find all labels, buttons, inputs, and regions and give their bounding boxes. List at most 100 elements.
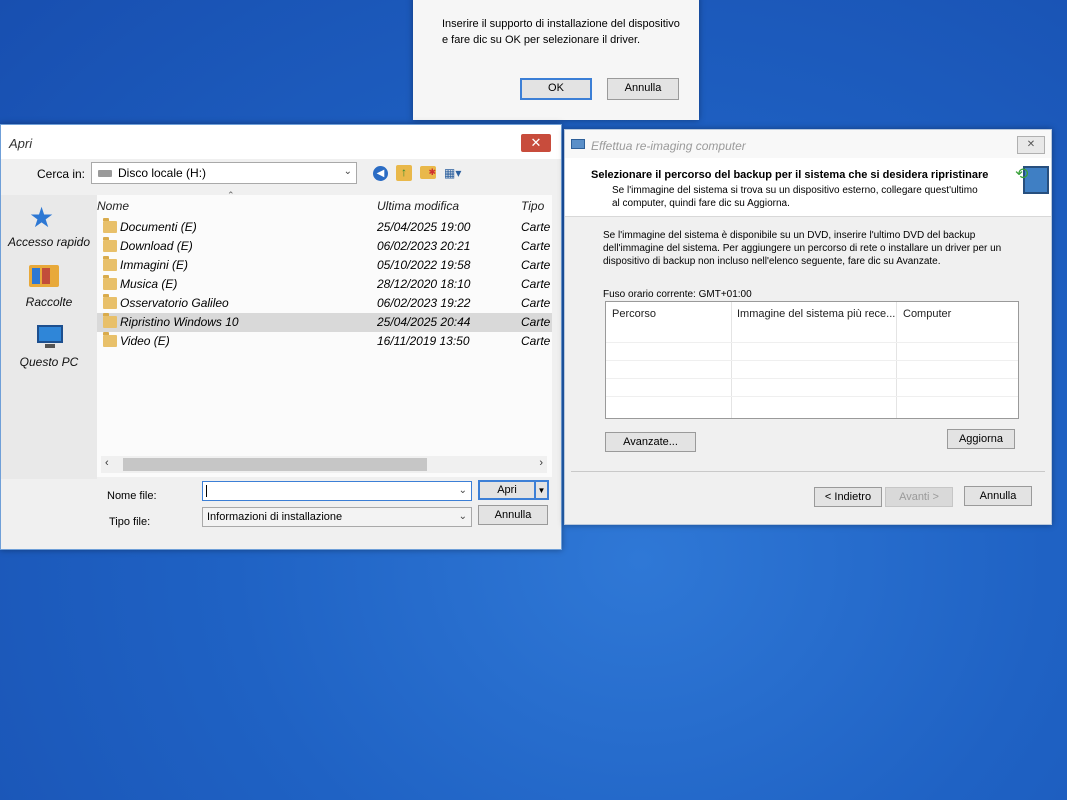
- libraries-icon: [29, 265, 59, 287]
- scrollbar-thumb[interactable]: [123, 458, 427, 471]
- file-row[interactable]: Musica (E) 28/12/2020 18:10 Carte: [97, 275, 552, 294]
- column-header-path[interactable]: Percorso: [612, 308, 656, 320]
- file-modified: 28/12/2020 18:10: [377, 277, 471, 291]
- footer-divider: [571, 471, 1045, 472]
- close-button[interactable]: ✕: [521, 134, 551, 152]
- file-type: Carte: [521, 334, 551, 348]
- lookin-label: Cerca in:: [37, 167, 86, 181]
- file-modified: 06/02/2023 20:21: [377, 239, 471, 253]
- chevron-down-icon[interactable]: ⌄: [459, 485, 467, 496]
- file-name: Documenti (E): [120, 220, 197, 234]
- drive-icon: [98, 170, 112, 177]
- file-name: Video (E): [120, 334, 170, 348]
- star-icon: ★: [29, 202, 55, 233]
- place-label: Raccolte: [25, 295, 73, 309]
- backup-location-table[interactable]: Percorso Immagine del sistema più rece..…: [605, 301, 1019, 419]
- file-row-selected[interactable]: Ripristino Windows 10 25/04/2025 20:44 C…: [97, 313, 552, 332]
- wizard-header: Selezionare il percorso del backup per i…: [565, 158, 1051, 217]
- grid-line: [606, 396, 1018, 397]
- lookin-value: Disco locale (H:): [118, 166, 207, 180]
- file-type: Carte: [521, 239, 551, 253]
- wizard-titlebar: Effettua re-imaging computer ✕: [565, 130, 1051, 158]
- place-label: Accesso rapido: [7, 235, 91, 249]
- next-button[interactable]: Avanti >: [885, 487, 953, 507]
- column-header-type[interactable]: Tipo: [521, 195, 544, 217]
- cancel-button[interactable]: Annulla: [607, 78, 679, 100]
- up-folder-icon[interactable]: ↑: [396, 165, 412, 181]
- folder-icon: [103, 237, 117, 252]
- column-header-name[interactable]: Nome: [97, 195, 129, 217]
- back-icon[interactable]: ◀: [373, 166, 388, 181]
- lookin-dropdown[interactable]: Disco locale (H:) ⌄: [91, 162, 357, 184]
- message-line-2: e fare dic su OK per selezionare il driv…: [442, 34, 641, 46]
- folder-icon: [103, 256, 117, 271]
- column-header-image[interactable]: Immagine del sistema più rece...: [737, 308, 895, 320]
- driver-message-box: Inserire il supporto di installazione de…: [413, 0, 699, 120]
- folder-icon: [103, 218, 117, 233]
- advanced-button[interactable]: Avanzate...: [605, 432, 696, 452]
- file-type: Carte: [521, 220, 551, 234]
- filetype-value: Informazioni di installazione: [207, 511, 343, 523]
- ok-button[interactable]: OK: [520, 78, 592, 100]
- text-cursor: [206, 485, 207, 497]
- file-list[interactable]: Nome ⌃ Ultima modifica Tipo Documenti (E…: [97, 190, 552, 477]
- wizard-app-icon: [571, 139, 585, 149]
- file-name: Immagini (E): [120, 258, 189, 272]
- file-modified: 25/04/2025 19:00: [377, 220, 471, 234]
- wizard-subtext-2: al computer, quindi fare dic su Aggiorna…: [612, 198, 790, 209]
- column-header-modified[interactable]: Ultima modifica: [377, 195, 459, 217]
- view-menu-icon[interactable]: ▦▾: [444, 166, 468, 181]
- scroll-left-icon[interactable]: ‹: [105, 457, 109, 469]
- folder-icon: [103, 332, 117, 347]
- close-button[interactable]: ✕: [1017, 136, 1045, 154]
- file-type: Carte: [521, 315, 551, 329]
- place-label: Questo PC: [19, 355, 79, 369]
- grid-line: [606, 342, 1018, 343]
- file-name: Download (E): [120, 239, 193, 253]
- cancel-button[interactable]: Annulla: [964, 486, 1032, 506]
- file-row[interactable]: Documenti (E) 25/04/2025 19:00 Carte: [97, 218, 552, 237]
- file-modified: 06/02/2023 19:22: [377, 296, 471, 310]
- folder-icon: [103, 313, 117, 328]
- filename-input[interactable]: ⌄: [202, 481, 472, 501]
- timezone-label: Fuso orario corrente: GMT+01:00: [603, 289, 752, 300]
- file-name: Musica (E): [120, 277, 178, 291]
- file-row[interactable]: Download (E) 06/02/2023 20:21 Carte: [97, 237, 552, 256]
- filetype-dropdown[interactable]: Informazioni di installazione ⌄: [202, 507, 472, 527]
- scroll-right-icon[interactable]: ›: [539, 457, 543, 469]
- filename-label: Nome file:: [107, 490, 157, 502]
- reimage-wizard: Effettua re-imaging computer ✕ Seleziona…: [564, 129, 1052, 525]
- dialog-titlebar: Apri ✕: [1, 125, 561, 159]
- wizard-body-3: dispositivo di backup non incluso nell'e…: [603, 256, 941, 267]
- file-name: Osservatorio Galileo: [120, 296, 229, 310]
- grid-line: [606, 378, 1018, 379]
- back-button[interactable]: < Indietro: [814, 487, 882, 507]
- file-row[interactable]: Immagini (E) 05/10/2022 19:58 Carte: [97, 256, 552, 275]
- message-line-1: Inserire il supporto di installazione de…: [442, 18, 680, 30]
- file-type: Carte: [521, 296, 551, 310]
- folder-icon: [103, 294, 117, 309]
- column-header-computer[interactable]: Computer: [903, 308, 951, 320]
- file-modified: 16/11/2019 13:50: [377, 334, 470, 348]
- file-modified: 25/04/2025 20:44: [377, 315, 471, 329]
- cancel-button[interactable]: Annulla: [478, 505, 548, 525]
- this-pc-item[interactable]: Questo PC: [1, 321, 97, 377]
- wizard-subtext-1: Se l'immagine del sistema si trova su un…: [612, 185, 978, 196]
- quick-access-item[interactable]: ★ Accesso rapido: [1, 195, 97, 255]
- refresh-button[interactable]: Aggiorna: [947, 429, 1015, 449]
- libraries-item[interactable]: Raccolte: [1, 259, 97, 315]
- chevron-down-icon: ⌄: [343, 166, 352, 177]
- file-type: Carte: [521, 258, 551, 272]
- file-row[interactable]: Osservatorio Galileo 06/02/2023 19:22 Ca…: [97, 294, 552, 313]
- new-folder-icon[interactable]: ✱: [420, 166, 436, 179]
- filetype-label: Tipo file:: [109, 516, 151, 528]
- places-bar: ★ Accesso rapido Raccolte Questo PC: [1, 195, 97, 479]
- file-modified: 05/10/2022 19:58: [377, 258, 471, 272]
- grid-line: [606, 360, 1018, 361]
- open-split-arrow-icon[interactable]: ▼: [534, 480, 549, 500]
- horizontal-scrollbar[interactable]: ‹ ›: [101, 456, 547, 473]
- file-row[interactable]: Video (E) 16/11/2019 13:50 Carte: [97, 332, 552, 351]
- file-type: Carte: [521, 277, 551, 291]
- wizard-heading: Selezionare il percorso del backup per i…: [591, 169, 989, 181]
- open-button[interactable]: Apri: [478, 480, 536, 500]
